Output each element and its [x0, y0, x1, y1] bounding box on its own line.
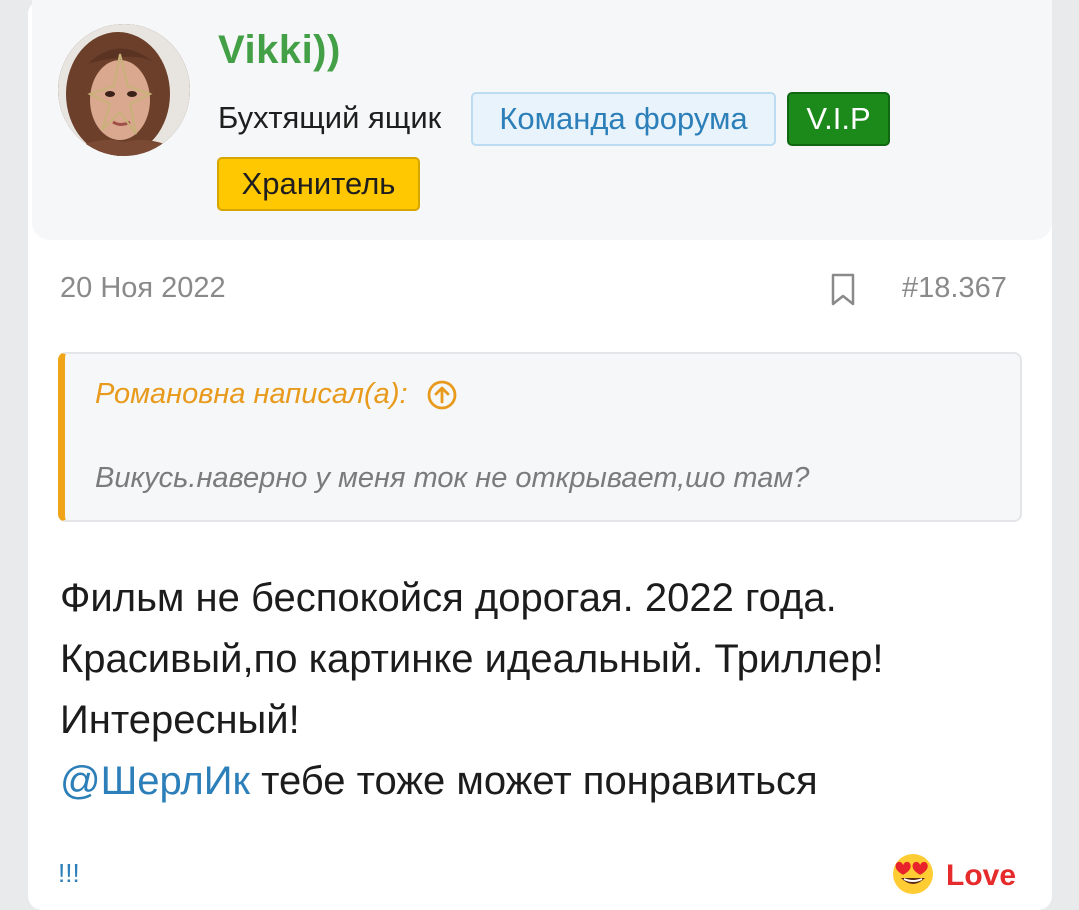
body-line: Фильм не беспокойся дорогая. 2022 года. [60, 576, 837, 620]
mention-link[interactable]: @ШерлИк [60, 759, 250, 803]
username[interactable]: Vikki)) [218, 28, 341, 73]
signature: !!! [58, 858, 80, 888]
body-line-rest: тебе тоже может понравиться [249, 759, 818, 803]
badge-vip: V.I.P [787, 92, 890, 146]
body-line: @ШерлИк тебе тоже может понравиться [60, 751, 1020, 812]
post-body: Фильм не беспокойся дорогая. 2022 года. … [60, 568, 1020, 812]
quote-author-link[interactable]: Романовна написал(а): [95, 378, 458, 411]
quote-text: Викусь.наверно у меня ток не открывает,ш… [95, 462, 810, 494]
badge-forum-team: Команда форума [471, 92, 776, 146]
quote-author: Романовна написал(а): [95, 378, 408, 410]
body-line: Красивый,по картинке идеальный. Триллер! [60, 637, 884, 681]
reaction-label: Love [946, 858, 1017, 892]
avatar[interactable] [58, 24, 190, 156]
post-date[interactable]: 20 Ноя 2022 [60, 272, 226, 305]
bookmark-icon[interactable] [830, 273, 856, 307]
body-line: Интересный! [60, 698, 300, 742]
post-number[interactable]: #18.367 [902, 272, 1007, 305]
reaction-summary[interactable]: Love [890, 850, 1016, 901]
heart-eyes-emoji-icon [890, 850, 936, 901]
badge-keeper: Хранитель [217, 157, 420, 211]
arrow-up-circle-icon[interactable] [426, 379, 458, 411]
user-title: Бухтящий ящик [218, 100, 442, 135]
quote-block: Романовна написал(а): Викусь.наверно у м… [58, 352, 1022, 522]
